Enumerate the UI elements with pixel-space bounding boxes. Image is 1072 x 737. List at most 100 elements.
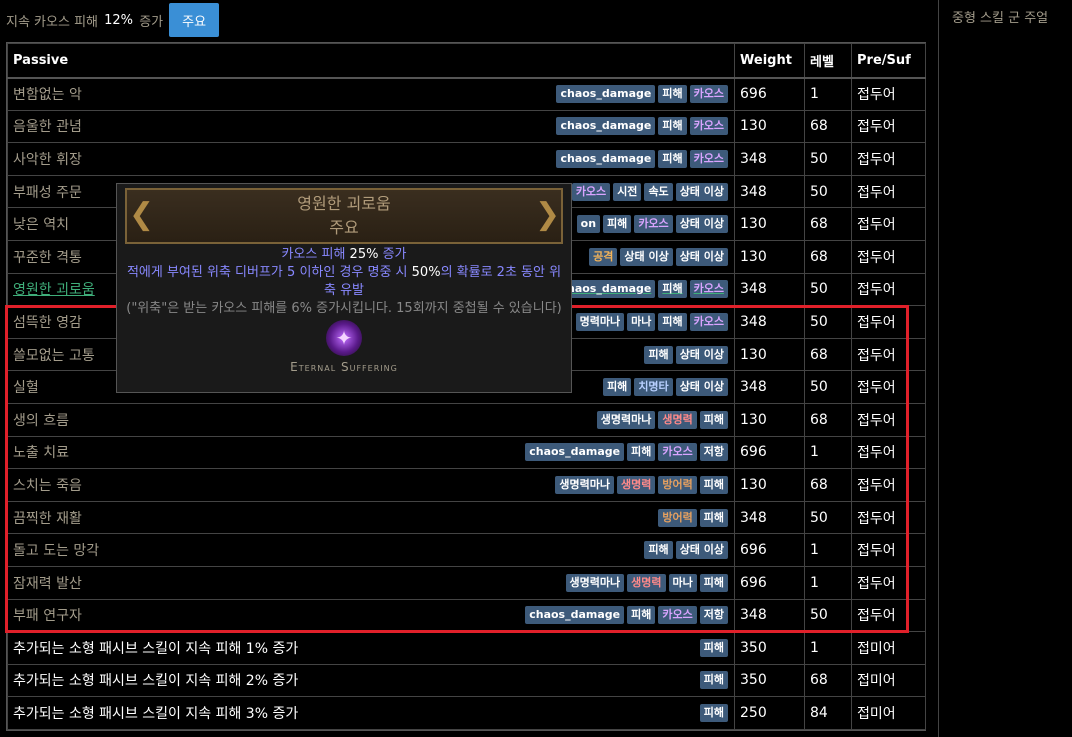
tag-list: 명력마나 마나 피해 카오스 bbox=[575, 312, 728, 331]
tag-badge: 피해 bbox=[658, 280, 687, 299]
tag-list: 피해 치명타 상태 이상 bbox=[603, 378, 728, 397]
passive-name-inner: 부패 연구자 chaos_damage 피해 카오스 저항 bbox=[13, 605, 734, 625]
passive-name-cell: 부패 연구자 chaos_damage 피해 카오스 저항 bbox=[7, 598, 735, 633]
tag-badge: 카오스 bbox=[689, 85, 728, 104]
affix-cell: 접두어 bbox=[851, 533, 926, 567]
tag-list: 공격 상태 이상 상태 이상 bbox=[589, 247, 728, 266]
eternal-suffering-icon: ✦ bbox=[326, 320, 362, 356]
passive-name-inner: 노출 치료 chaos_damage 피해 카오스 저항 bbox=[13, 442, 734, 462]
major-button[interactable]: 주요 bbox=[169, 3, 220, 37]
table-header-row: Passive Weight 레벨 Pre/Suf bbox=[7, 43, 926, 79]
tag-badge: 마나 bbox=[668, 573, 697, 592]
passive-name-inner: 끔찍한 재활 방어력 피해 bbox=[13, 508, 734, 528]
tag-badge: 저항 bbox=[699, 606, 728, 625]
tag-badge: chaos_damage bbox=[525, 606, 625, 625]
table-row[interactable]: 노출 치료 chaos_damage 피해 카오스 저항 696 1 접두어 bbox=[7, 435, 926, 470]
level-cell: 50 bbox=[804, 500, 852, 535]
tag-list: chaos_damage 피해 카오스 bbox=[556, 117, 728, 136]
table-body: 변함없는 악 chaos_damage 피해 카오스 696 1 접두어 음울한 관념 chao… bbox=[7, 77, 926, 730]
affix-cell: 접두어 bbox=[851, 142, 926, 176]
table-row[interactable]: 생의 흐름 생명력마나 생명력 피해 130 68 접두어 bbox=[7, 402, 926, 437]
table-row[interactable]: 부패 연구자 chaos_damage 피해 카오스 저항 348 50 접두어 bbox=[7, 598, 926, 633]
affix-cell: 접두어 bbox=[851, 77, 926, 111]
weight-cell: 696 bbox=[734, 565, 805, 600]
weight-cell: 130 bbox=[734, 402, 805, 437]
level-cell: 68 bbox=[804, 663, 852, 698]
table-row[interactable]: 추가되는 소형 패시브 스킬이 지속 피해 3% 증가 피해 250 84 접미어 bbox=[7, 696, 926, 730]
tag-badge: 명력마나 bbox=[575, 312, 625, 331]
tag-list: chaos_damage 피해 카오스 bbox=[556, 280, 728, 299]
passive-name: 꾸준한 격통 bbox=[13, 249, 82, 266]
sidebar-title[interactable]: 중형 스킬 군 주얼 bbox=[939, 0, 1072, 26]
tag-badge: 속도 bbox=[644, 182, 673, 201]
weight-cell: 348 bbox=[734, 305, 805, 339]
tag-list: 피해 bbox=[699, 671, 728, 690]
tag-list: chaos_damage 피해 카오스 저항 bbox=[525, 606, 728, 625]
affix-cell: 접두어 bbox=[851, 174, 926, 209]
level-cell: 84 bbox=[804, 696, 852, 730]
passive-name-inner: 추가되는 소형 패시브 스킬이 지속 피해 1% 증가 피해 bbox=[13, 638, 734, 658]
passive-name-cell: 음울한 관념 chaos_damage 피해 카오스 bbox=[7, 109, 735, 144]
weight-cell: 696 bbox=[734, 77, 805, 111]
table-row[interactable]: 추가되는 소형 패시브 스킬이 지속 피해 1% 증가 피해 350 1 접미어 bbox=[7, 631, 926, 665]
stat-text-value: 12% bbox=[104, 12, 134, 28]
passive-name-inner: 변함없는 악 chaos_damage 피해 카오스 bbox=[13, 84, 734, 104]
tag-badge: 카오스 bbox=[689, 312, 728, 331]
tooltip-subtitle: 주요 bbox=[329, 218, 359, 237]
stat-text-suffix: 증가 bbox=[139, 14, 164, 30]
tag-list: 방어력 피해 bbox=[658, 508, 728, 527]
table-row[interactable]: 끔찍한 재활 방어력 피해 348 50 접두어 bbox=[7, 500, 926, 535]
weight-cell: 348 bbox=[734, 272, 805, 307]
tooltip-reminder: ("위축"은 받는 카오스 피해를 6% 증가시킵니다. 15회까지 중첩될 수… bbox=[126, 301, 562, 316]
tag-badge: 생명력마나 bbox=[565, 573, 625, 592]
tag-badge: 피해 bbox=[603, 378, 632, 397]
table-row[interactable]: 음울한 관념 chaos_damage 피해 카오스 130 68 접두어 bbox=[7, 109, 926, 144]
header-level[interactable]: 레벨 bbox=[804, 43, 852, 79]
tag-badge: 피해 bbox=[658, 117, 687, 136]
tag-badge: 피해 bbox=[644, 345, 673, 364]
table-row[interactable]: 변함없는 악 chaos_damage 피해 카오스 696 1 접두어 bbox=[7, 77, 926, 111]
passive-tooltip: ❮ 영원한 괴로움 주요 ❯ 카오스 피해 25% 증가 적에게 부여된 위축 … bbox=[116, 183, 572, 393]
tooltip-mod-2: 적에게 부여된 위축 디버프가 5 이하인 경우 명중 시 50%의 확률로 2… bbox=[125, 264, 563, 300]
level-cell: 50 bbox=[804, 598, 852, 633]
tag-list: 피해 bbox=[699, 638, 728, 657]
top-bar: 지속 카오스 피해 12% 증가 주요 bbox=[0, 0, 600, 40]
passive-name-inner: 추가되는 소형 패시브 스킬이 지속 피해 2% 증가 피해 bbox=[13, 670, 734, 690]
weight-cell: 350 bbox=[734, 631, 805, 665]
tag-badge: 상태 이상 bbox=[675, 541, 728, 560]
affix-cell: 접두어 bbox=[851, 598, 926, 633]
table-row[interactable]: 돌고 도는 망각 피해 상태 이상 696 1 접두어 bbox=[7, 533, 926, 567]
table-row[interactable]: 추가되는 소형 패시브 스킬이 지속 피해 2% 증가 피해 350 68 접미어 bbox=[7, 663, 926, 698]
header-passive[interactable]: Passive bbox=[7, 43, 735, 79]
mod1-prefix: 카오스 피해 bbox=[281, 247, 346, 262]
header-weight[interactable]: Weight bbox=[734, 43, 805, 79]
tag-badge: 공격 bbox=[589, 247, 618, 266]
level-cell: 68 bbox=[804, 109, 852, 144]
passive-name-cell: 추가되는 소형 패시브 스킬이 지속 피해 1% 증가 피해 bbox=[7, 631, 735, 665]
level-cell: 1 bbox=[804, 435, 852, 470]
header-prefix-suffix[interactable]: Pre/Suf bbox=[851, 43, 926, 79]
passive-name: 부패 연구자 bbox=[13, 608, 82, 625]
table-row[interactable]: 스치는 죽음 생명력마나 생명력 방어력 피해 130 68 접두어 bbox=[7, 468, 926, 502]
affix-cell: 접두어 bbox=[851, 370, 926, 404]
table-row[interactable]: 사악한 휘장 chaos_damage 피해 카오스 348 50 접두어 bbox=[7, 142, 926, 176]
passive-name: 추가되는 소형 패시브 스킬이 지속 피해 2% 증가 bbox=[13, 673, 299, 690]
tag-list: 피해 bbox=[699, 704, 728, 723]
tag-badge: 생명력 bbox=[617, 475, 656, 494]
level-cell: 1 bbox=[804, 533, 852, 567]
passive-name-inner: 돌고 도는 망각 피해 상태 이상 bbox=[13, 540, 734, 560]
tag-badge: 피해 bbox=[658, 312, 687, 331]
tag-badge: chaos_damage bbox=[556, 85, 656, 104]
app-root: 지속 카오스 피해 12% 증가 주요 중형 스킬 군 주얼 Passive W… bbox=[0, 0, 1072, 737]
level-cell: 68 bbox=[804, 402, 852, 437]
level-cell: 68 bbox=[804, 468, 852, 502]
tag-list: chaos_damage 피해 카오스 bbox=[556, 85, 728, 104]
passive-name[interactable]: 영원한 괴로움 bbox=[13, 279, 95, 299]
level-cell: 1 bbox=[804, 631, 852, 665]
level-cell: 50 bbox=[804, 305, 852, 339]
passive-name: 돌고 도는 망각 bbox=[13, 543, 100, 560]
tag-badge: 상태 이상 bbox=[620, 247, 673, 266]
sidebar: 중형 스킬 군 주얼 bbox=[938, 0, 1072, 737]
table-row[interactable]: 잠재력 발산 생명력마나 생명력 마나 피해 696 1 접두어 bbox=[7, 565, 926, 600]
passive-name-cell: 돌고 도는 망각 피해 상태 이상 bbox=[7, 533, 735, 567]
